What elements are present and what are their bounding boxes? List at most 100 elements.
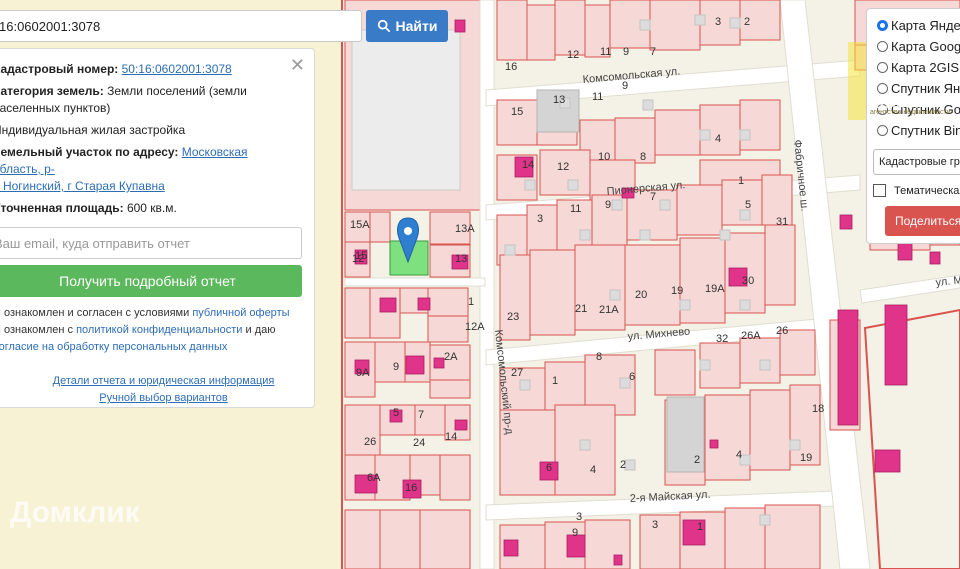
layer-option-5[interactable]: Спутник Bing xyxy=(877,120,960,141)
parcel-number-label: 26 xyxy=(364,436,376,448)
personal-data-consent-link[interactable]: согласие на обработку персональных данны… xyxy=(0,341,227,353)
parcel-number-label: 9А xyxy=(356,367,370,379)
public-offer-link[interactable]: публичной оферты xyxy=(192,307,289,319)
parcel-number-label: 3 xyxy=(715,16,721,28)
layer-select[interactable]: Кадастровые границы xyxy=(873,149,960,175)
parcel-number-label: 8 xyxy=(640,151,646,163)
parcel-number-label: 7 xyxy=(418,409,424,421)
layer-option-label: Карта Google xyxy=(891,39,960,54)
cadastral-parcel[interactable] xyxy=(614,117,656,164)
cadastral-link[interactable]: 50:16:0602001:3078 xyxy=(122,62,232,76)
parcel-number-label: 32 xyxy=(716,333,728,345)
search-input[interactable] xyxy=(0,10,362,42)
cadastral-label: Кадастровый номер: xyxy=(0,62,119,76)
house-footprint xyxy=(659,199,671,211)
street-label-m: ул. М xyxy=(935,274,960,289)
parcel-number-label: 12А xyxy=(465,321,485,333)
parcel-number-label: 24 xyxy=(413,437,425,449)
share-button[interactable]: Поделиться xyxy=(885,206,960,236)
cadastral-parcel[interactable] xyxy=(574,244,626,331)
cadastral-parcel[interactable] xyxy=(344,287,371,339)
close-icon[interactable]: ✕ xyxy=(290,56,305,74)
cadastral-parcel[interactable] xyxy=(369,211,391,243)
cadastral-parcel[interactable] xyxy=(764,504,821,569)
cadastral-parcel[interactable] xyxy=(369,287,401,339)
parcel-number-label: 2А xyxy=(444,351,458,363)
parcel-number-label: 9 xyxy=(572,527,578,539)
parcel-number-label: 13А xyxy=(455,223,475,235)
parcel-number-label: 19 xyxy=(800,452,812,464)
house-footprint xyxy=(609,289,621,301)
agree-privacy-text-2: и даю xyxy=(245,324,276,336)
house-footprint xyxy=(567,179,579,191)
parcel-number-label: 6 xyxy=(629,371,635,383)
cadastral-parcel[interactable] xyxy=(344,509,381,569)
search-button-label: Найти xyxy=(395,18,438,34)
cadastral-parcel[interactable] xyxy=(764,224,796,306)
house-footprint xyxy=(759,514,771,526)
cadastral-parcel[interactable] xyxy=(554,0,586,56)
layer-option-1[interactable]: Карта Google xyxy=(877,36,960,57)
brand-subtitle: агентство недвижимости xyxy=(870,109,951,116)
cadastral-parcel[interactable] xyxy=(499,254,531,341)
parcel-number-label: 2 xyxy=(694,454,700,466)
cadastral-parcel[interactable] xyxy=(374,341,406,383)
get-report-button[interactable]: Получить подробный отчет xyxy=(0,265,302,297)
parcel-number-label: 6 xyxy=(546,462,552,474)
cadastral-parcel[interactable] xyxy=(379,509,421,569)
building-footprint xyxy=(874,449,901,473)
building-footprint xyxy=(837,309,859,426)
layer-radio[interactable] xyxy=(877,125,888,136)
cadastral-parcel[interactable] xyxy=(439,454,471,501)
house-footprint xyxy=(739,129,751,141)
cadastral-parcel[interactable] xyxy=(739,99,781,151)
cadastral-parcel[interactable] xyxy=(496,0,528,61)
building-footprint xyxy=(839,214,853,230)
parcel-number-label: 6А xyxy=(367,472,381,484)
parcel-number-label: 3 xyxy=(576,511,582,523)
parcel-number-label: 5 xyxy=(393,407,399,419)
cadastral-parcel[interactable] xyxy=(649,0,701,51)
thematic-checkbox[interactable] xyxy=(873,184,886,197)
parcel-number-label: 2 xyxy=(620,459,626,471)
privacy-policy-link[interactable]: политикой конфиденциальности xyxy=(76,324,242,336)
layer-radio[interactable] xyxy=(877,62,888,73)
parcel-number-label: 31 xyxy=(776,216,788,228)
layer-radio[interactable] xyxy=(877,83,888,94)
cadastral-parcel[interactable] xyxy=(724,507,766,569)
layer-radio[interactable] xyxy=(877,20,888,31)
cadastral-parcel[interactable] xyxy=(749,389,791,471)
manual-selection-link[interactable]: Ручной выбор вариантов xyxy=(13,390,314,407)
parcel-number-label: 4 xyxy=(736,449,742,461)
cadastral-parcel[interactable] xyxy=(427,315,469,343)
cadastral-parcel[interactable] xyxy=(419,509,471,569)
thematic-map-toggle[interactable]: Тематическая карта xyxy=(873,184,960,197)
cadastral-parcel[interactable] xyxy=(427,287,469,317)
layer-option-2[interactable]: Карта 2GIS xyxy=(877,57,960,78)
parcel-number-label: 1 xyxy=(738,175,744,187)
cadastral-parcel[interactable] xyxy=(584,519,631,569)
layer-radio[interactable] xyxy=(877,41,888,52)
house-footprint xyxy=(699,359,711,371)
cadastral-parcel[interactable] xyxy=(654,109,701,156)
cadastral-parcel[interactable] xyxy=(676,184,723,236)
cadastral-parcel[interactable] xyxy=(704,394,751,481)
search-button[interactable]: Найти xyxy=(366,10,448,42)
cadastral-parcel[interactable] xyxy=(526,4,556,61)
email-input[interactable] xyxy=(0,227,302,259)
house-footprint xyxy=(524,179,536,191)
cadastral-parcel[interactable] xyxy=(654,349,696,396)
cadastral-parcel[interactable] xyxy=(639,514,681,569)
address-link-2[interactable]: н Ногинский, г Старая Купавна xyxy=(0,179,165,193)
area-value: 600 кв.м. xyxy=(126,201,177,215)
parcel-number-label: 9 xyxy=(623,46,629,58)
parcel-number-label: 14 xyxy=(445,431,457,443)
report-details-link[interactable]: Детали отчета и юридическая информация xyxy=(13,373,314,390)
agree-offer-text: Я ознакомлен и согласен с условиями xyxy=(0,307,190,319)
cadastral-parcel[interactable] xyxy=(429,379,471,399)
cadastral-parcel[interactable] xyxy=(529,249,576,336)
layer-option-0[interactable]: Карта Яндекс xyxy=(877,15,960,36)
building-footprint xyxy=(454,419,468,431)
parcel-number-label: 16 xyxy=(405,482,417,494)
area-label: Уточненная площадь: xyxy=(0,201,124,215)
